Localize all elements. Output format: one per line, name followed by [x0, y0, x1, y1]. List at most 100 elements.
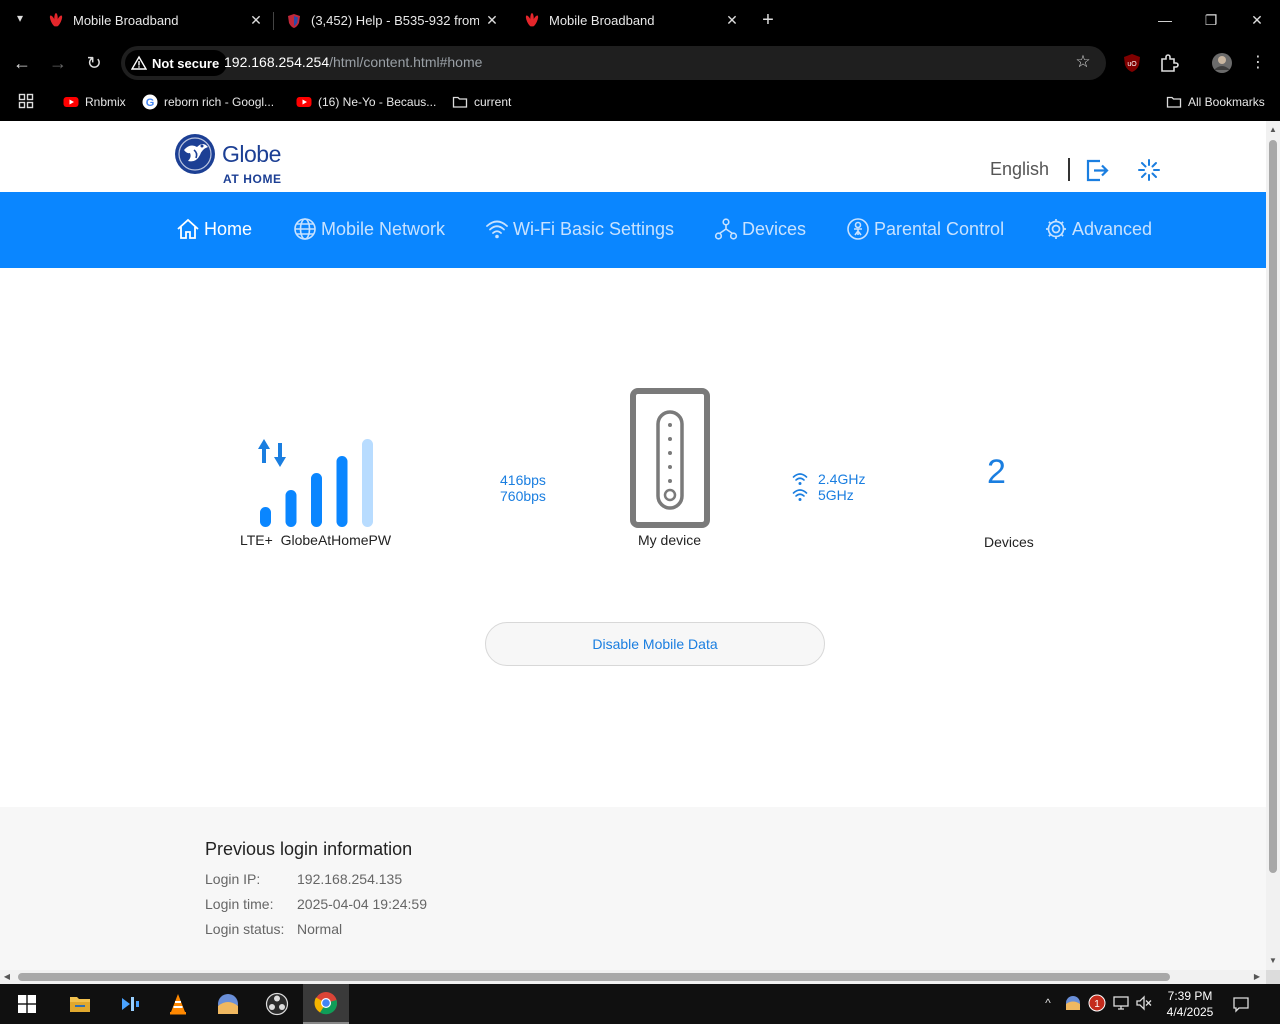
- scroll-down-arrow-icon[interactable]: ▼: [1268, 956, 1278, 966]
- router-device-icon: [630, 388, 710, 528]
- tab-title: Mobile Broadband: [73, 13, 179, 28]
- band-24-label: 2.4GHz: [818, 471, 866, 487]
- editor-app-icon: [122, 997, 139, 1011]
- nav-label: Devices: [742, 218, 807, 239]
- nav-parental-control[interactable]: Parental Control: [846, 216, 1004, 242]
- restore-button[interactable]: ❐: [1201, 10, 1221, 30]
- devices-icon: [714, 218, 738, 240]
- weather-app-icon: [218, 994, 238, 1014]
- language-selector[interactable]: English: [990, 159, 1049, 180]
- taskbar-weather[interactable]: [205, 984, 251, 1024]
- taskbar-obs[interactable]: [254, 984, 300, 1024]
- taskbar-vlc[interactable]: [155, 984, 201, 1024]
- google-icon: G: [142, 94, 158, 110]
- all-bookmarks-folder[interactable]: All Bookmarks: [1166, 94, 1265, 110]
- horizontal-scroll-thumb[interactable]: [18, 973, 1170, 981]
- action-center-icon[interactable]: [1232, 995, 1250, 1013]
- tab-3-active[interactable]: Mobile Broadband ✕: [524, 0, 740, 41]
- security-label: Not secure: [152, 55, 220, 71]
- all-bookmarks-label: All Bookmarks: [1188, 95, 1265, 109]
- nav-label: Home: [204, 218, 253, 239]
- ublock-icon[interactable]: uO: [1121, 52, 1143, 74]
- disable-mobile-data-button[interactable]: Disable Mobile Data: [485, 622, 825, 666]
- taskbar-file-explorer[interactable]: [57, 984, 103, 1024]
- bookmark-star-icon[interactable]: ☆: [1074, 53, 1092, 71]
- taskbar-app-editor[interactable]: [107, 984, 153, 1024]
- connected-device-count[interactable]: 2: [987, 453, 1006, 492]
- url-text[interactable]: 192.168.254.254/html/content.html#home: [224, 54, 482, 70]
- vertical-scroll-thumb[interactable]: [1269, 140, 1277, 873]
- clock-time: 7:39 PM: [1167, 989, 1213, 1003]
- login-status-value: Normal: [297, 921, 343, 937]
- close-tab-icon[interactable]: ✕: [248, 12, 264, 28]
- vertical-scrollbar[interactable]: ▲ ▼: [1266, 121, 1280, 970]
- bookmarks-bar: Rnbmix G reborn rich - Googl... (16) Ne-…: [0, 85, 1280, 121]
- nav-advanced[interactable]: Advanced: [1044, 216, 1152, 242]
- band-5ghz: 5GHz: [792, 487, 865, 503]
- speaker-muted-icon[interactable]: [1135, 994, 1153, 1012]
- huawei-icon: [49, 12, 63, 27]
- bookmark-label: Rnbmix: [85, 95, 126, 109]
- browser-toolbar: ← → ↻ Not secure 192.168.254.254/html/co…: [0, 41, 1280, 85]
- nav-home[interactable]: Home: [176, 216, 252, 242]
- home-icon: [177, 218, 199, 239]
- apps-grid-icon[interactable]: [18, 93, 34, 109]
- wifi-icon: [486, 220, 508, 239]
- network-tray-icon[interactable]: [1112, 994, 1130, 1012]
- new-tab-button[interactable]: +: [758, 10, 778, 30]
- system-clock[interactable]: 7:39 PM 4/4/2025: [1162, 988, 1218, 1020]
- forward-button[interactable]: →: [47, 52, 69, 74]
- login-ip-row: Login IP: 192.168.254.135: [205, 871, 402, 887]
- minimize-button[interactable]: —: [1155, 10, 1175, 30]
- security-chip[interactable]: Not secure: [125, 50, 228, 76]
- tab-search-button[interactable]: ▾: [10, 11, 30, 31]
- login-status-label: Login status:: [205, 921, 285, 937]
- show-hidden-icons[interactable]: ^: [1039, 994, 1057, 1012]
- bookmark-reborn-rich[interactable]: G reborn rich - Googl...: [142, 94, 274, 110]
- router-web-ui: Globe AT HOME English Home Mobile Networ…: [0, 121, 1266, 970]
- tab-2[interactable]: (3,452) Help - B535-932 from sk ✕: [286, 0, 500, 41]
- signal-bar: [336, 456, 348, 527]
- reload-button[interactable]: ↻: [83, 52, 105, 74]
- bookmark-rnbmix[interactable]: Rnbmix: [63, 94, 126, 110]
- folder-icon: [1166, 96, 1182, 108]
- back-button[interactable]: ←: [11, 52, 33, 74]
- address-bar[interactable]: Not secure 192.168.254.254/html/content.…: [121, 46, 1106, 80]
- scroll-right-arrow-icon[interactable]: ▶: [1252, 972, 1262, 982]
- scrollbar-corner: [1266, 970, 1280, 984]
- page-header: Globe AT HOME English: [0, 121, 1266, 192]
- close-tab-icon[interactable]: ✕: [484, 12, 500, 28]
- start-button[interactable]: [4, 984, 50, 1024]
- login-info-section: Previous login information Login IP: 192…: [0, 807, 1266, 970]
- bookmark-folder-current[interactable]: current: [452, 94, 511, 110]
- profile-avatar[interactable]: [1211, 52, 1233, 74]
- browser-menu-icon[interactable]: ⋮: [1247, 52, 1269, 74]
- close-window-button[interactable]: ✕: [1247, 10, 1267, 30]
- extensions-icon[interactable]: [1158, 52, 1180, 74]
- nav-wifi-basic-settings[interactable]: Wi-Fi Basic Settings: [485, 216, 674, 242]
- signal-bar: [362, 439, 373, 527]
- logout-icon[interactable]: [1085, 158, 1110, 183]
- weather-tray-icon[interactable]: [1064, 994, 1082, 1012]
- notification-badge-icon[interactable]: 1: [1088, 994, 1106, 1012]
- bookmark-ne-yo[interactable]: (16) Ne-Yo - Becaus...: [296, 94, 436, 110]
- bookmark-label: current: [474, 95, 512, 109]
- scroll-left-arrow-icon[interactable]: ◀: [2, 972, 12, 982]
- nav-devices[interactable]: Devices: [714, 216, 806, 242]
- parental-icon: [847, 218, 869, 240]
- nav-mobile-network[interactable]: Mobile Network: [293, 216, 445, 242]
- main-nav: Home Mobile Network Wi-Fi Basic Settings…: [0, 192, 1266, 268]
- tab-1[interactable]: Mobile Broadband ✕: [48, 0, 264, 41]
- nav-label: Mobile Network: [321, 218, 446, 239]
- chrome-icon: [314, 992, 338, 1015]
- svg-text:G: G: [146, 97, 155, 109]
- horizontal-scrollbar[interactable]: ◀ ▶: [0, 970, 1266, 984]
- taskbar-chrome[interactable]: [303, 984, 349, 1024]
- youtube-icon: [63, 97, 79, 107]
- signal-bar: [285, 490, 297, 527]
- close-tab-icon[interactable]: ✕: [724, 12, 740, 28]
- svg-text:uO: uO: [1127, 61, 1137, 68]
- scroll-up-arrow-icon[interactable]: ▲: [1268, 125, 1278, 135]
- download-speed: 760bps: [500, 488, 546, 504]
- login-status-row: Login status: Normal: [205, 921, 342, 937]
